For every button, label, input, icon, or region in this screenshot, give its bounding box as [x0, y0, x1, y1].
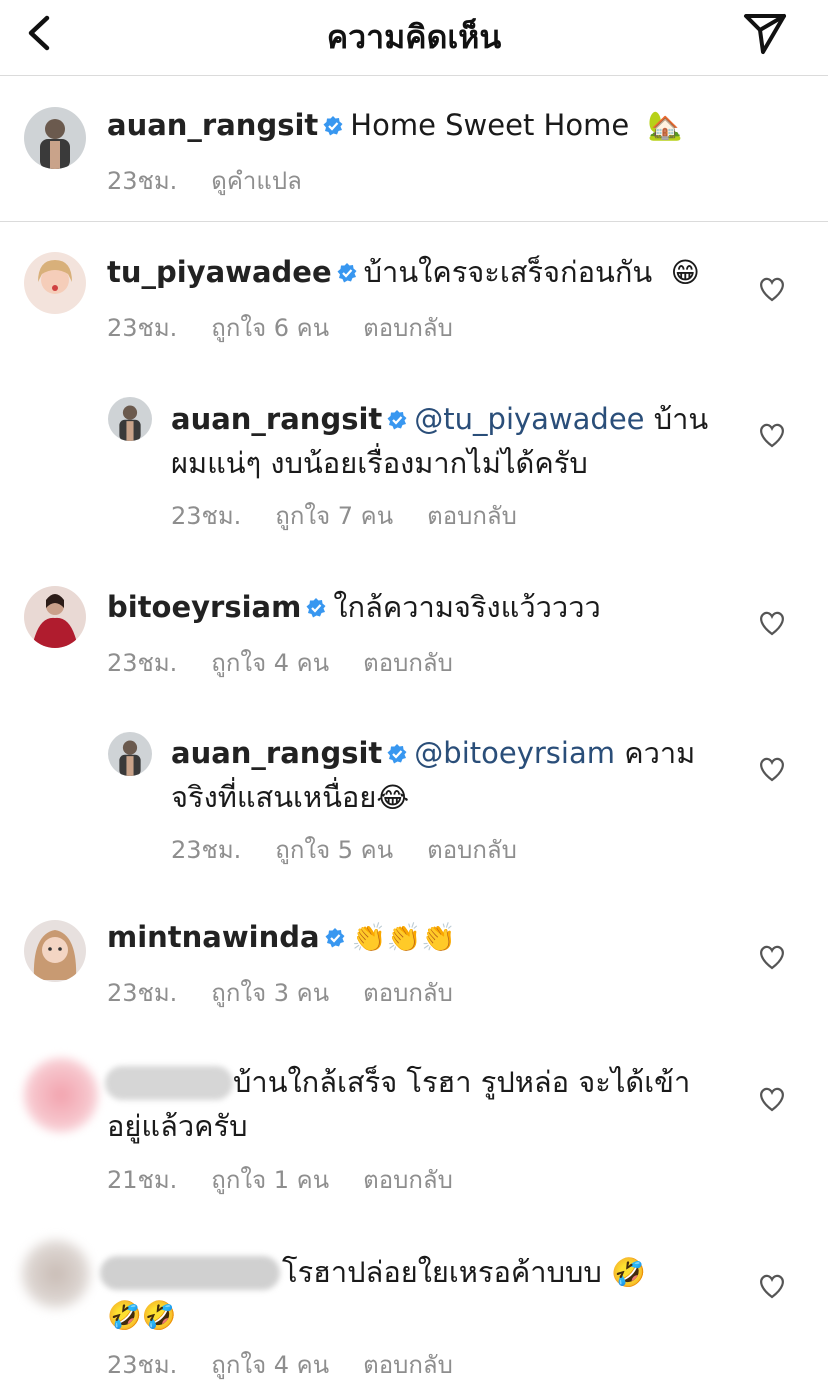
heart-icon[interactable] [758, 1086, 786, 1112]
verified-badge-icon [337, 263, 357, 283]
reply-button[interactable]: ตอบกลับ [363, 649, 453, 677]
timestamp: 21ชม. [107, 1166, 178, 1194]
heart-icon[interactable] [758, 1273, 786, 1299]
mention-link[interactable]: @tu_piyawadee [414, 402, 644, 436]
comment-text: tu_piyawadee บ้านใครจะเสร็จก่อนกัน 😁 [107, 250, 700, 295]
verified-badge-icon [306, 598, 326, 618]
rofl-emoji: 🤣🤣 [107, 1299, 177, 1332]
username-link[interactable]: auan_rangsit [171, 402, 382, 436]
verified-badge-icon [387, 744, 407, 764]
reply-body: ความ [624, 736, 696, 770]
timestamp: 23ชม. [171, 836, 242, 864]
timestamp: 23ชม. [171, 502, 242, 530]
caption-body: Home Sweet Home [350, 108, 630, 142]
avatar[interactable] [108, 732, 152, 776]
grin-emoji: 😁 [670, 256, 700, 289]
comment-text: bitoeyrsiam ใกล้ความจริงแว้วววว [107, 585, 601, 629]
comment-meta: 23ชม. ถูกใจ 4 คน ตอบกลับ [107, 643, 487, 682]
heart-icon[interactable] [758, 756, 786, 782]
likes-count[interactable]: ถูกใจ 5 คน [275, 836, 393, 864]
page-title: ความคิดเห็น [326, 18, 502, 56]
reply-button[interactable]: ตอบกลับ [363, 1351, 453, 1379]
reply-button[interactable]: ตอบกลับ [427, 836, 517, 864]
reply-body-2: จริงที่แสนเหนื่อย [171, 780, 377, 814]
timestamp: 23ชม. [107, 167, 178, 195]
likes-count[interactable]: ถูกใจ 1 คน [211, 1166, 329, 1194]
comment-meta: 23ชม. ถูกใจ 4 คน ตอบกลับ [107, 1345, 487, 1384]
reply-text-line-2: จริงที่แสนเหนื่อย😂 [171, 775, 409, 820]
comment-text-line-2: อยู่แล้วครับ [107, 1109, 248, 1143]
rofl-emoji: 🤣 [611, 1256, 646, 1289]
verified-badge-icon [387, 410, 407, 430]
comment-text-line-1: บ้านใกล้เสร็จ โรฮา รูปหล่อ จะได้เข้า [233, 1065, 691, 1099]
likes-count[interactable]: ถูกใจ 4 คน [211, 1351, 329, 1379]
comment-meta: 21ชม. ถูกใจ 1 คน ตอบกลับ [107, 1160, 487, 1199]
comment-meta: 23ชม. ถูกใจ 3 คน ตอบกลับ [107, 973, 487, 1012]
reply-meta: 23ชม. ถูกใจ 7 คน ตอบกลับ [171, 496, 551, 535]
translate-link[interactable]: ดูคำแปล [211, 167, 302, 195]
likes-count[interactable]: ถูกใจ 7 คน [275, 502, 393, 530]
verified-badge-icon [325, 928, 345, 948]
comment-body: ใกล้ความจริงแว้วววว [333, 590, 601, 624]
tears-of-joy-emoji: 😂 [376, 781, 410, 814]
comment-text-line-1: โรฮาปล่อยใยเหรอค้าบบบ 🤣 [282, 1250, 646, 1295]
verified-badge-icon [323, 116, 343, 136]
comment-text-line-2: 🤣🤣 [107, 1293, 177, 1338]
comment-body: บ้านใครจะเสร็จก่อนกัน [363, 255, 653, 289]
post-caption: auan_rangsit Home Sweet Home 🏡 23ชม. ดูคำแ… [0, 77, 828, 222]
heart-icon[interactable] [758, 422, 786, 448]
caption-text: auan_rangsit Home Sweet Home 🏡 [107, 103, 683, 148]
username-link[interactable]: mintnawinda [107, 920, 320, 954]
comment-text: mintnawinda 👏👏👏 [107, 915, 456, 960]
comment-meta: 23ชม. ถูกใจ 6 คน ตอบกลับ [107, 308, 487, 347]
heart-icon[interactable] [758, 610, 786, 636]
username-link[interactable]: auan_rangsit [171, 736, 382, 770]
username-link[interactable]: auan_rangsit [107, 108, 318, 142]
reply-body: บ้าน [653, 402, 709, 436]
blurred-username [105, 1066, 233, 1100]
reply-button[interactable]: ตอบกลับ [363, 979, 453, 1007]
likes-count[interactable]: ถูกใจ 6 คน [211, 314, 329, 342]
paper-plane-icon[interactable] [740, 8, 790, 56]
clapping-emoji: 👏👏👏 [351, 921, 457, 954]
blurred-avatar[interactable] [20, 1238, 92, 1310]
comment-body: โรฮาปล่อยใยเหรอค้าบบบ [282, 1255, 602, 1289]
likes-count[interactable]: ถูกใจ 4 คน [211, 649, 329, 677]
avatar[interactable] [108, 397, 152, 441]
username-link[interactable]: tu_piyawadee [107, 255, 332, 289]
username-link[interactable]: bitoeyrsiam [107, 590, 301, 624]
blurred-username [100, 1256, 280, 1290]
reply-text-line-1: auan_rangsit @bitoeyrsiam ความ [171, 731, 695, 775]
avatar[interactable] [24, 252, 86, 314]
heart-icon[interactable] [758, 276, 786, 302]
blurred-avatar[interactable] [22, 1056, 100, 1134]
reply-meta: 23ชม. ถูกใจ 5 คน ตอบกลับ [171, 830, 551, 869]
avatar[interactable] [24, 920, 86, 982]
header-bar: ความคิดเห็น [0, 0, 828, 76]
reply-text-line-2: ผมแน่ๆ งบน้อยเรื่องมากไม่ได้ครับ [171, 446, 588, 480]
caption-meta: 23ชม. ดูคำแปล [107, 161, 336, 200]
reply-text-line-1: auan_rangsit @tu_piyawadee บ้าน [171, 397, 708, 441]
avatar[interactable] [24, 586, 86, 648]
reply-button[interactable]: ตอบกลับ [363, 314, 453, 342]
house-emoji: 🏡 [647, 109, 683, 142]
mention-link[interactable]: @bitoeyrsiam [414, 736, 615, 770]
timestamp: 23ชม. [107, 649, 178, 677]
reply-button[interactable]: ตอบกลับ [427, 502, 517, 530]
reply-button[interactable]: ตอบกลับ [363, 1166, 453, 1194]
avatar[interactable] [24, 107, 86, 169]
timestamp: 23ชม. [107, 1351, 178, 1379]
timestamp: 23ชม. [107, 314, 178, 342]
heart-icon[interactable] [758, 944, 786, 970]
timestamp: 23ชม. [107, 979, 178, 1007]
likes-count[interactable]: ถูกใจ 3 คน [211, 979, 329, 1007]
